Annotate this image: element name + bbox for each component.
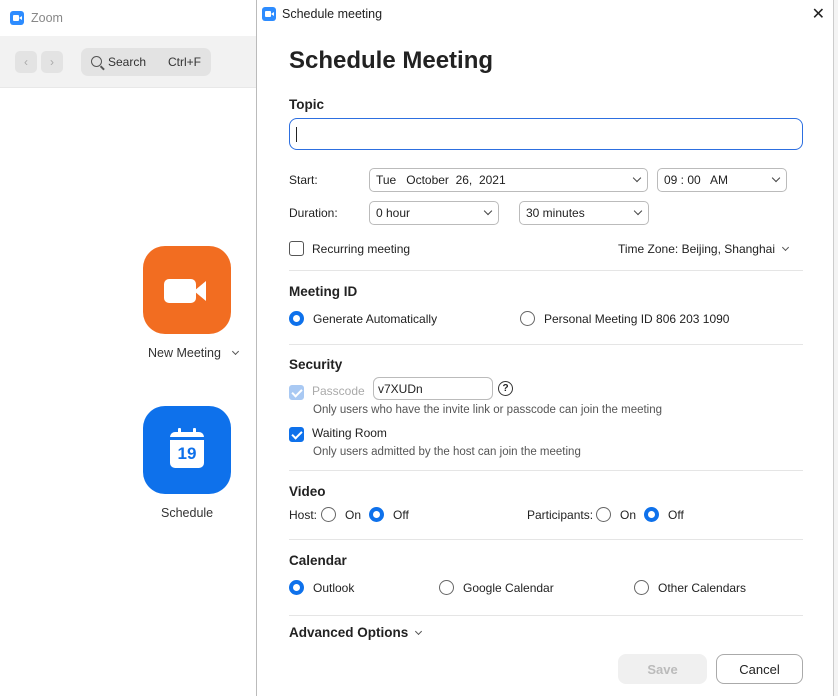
main-toolbar: ‹ › Search Ctrl+F	[0, 36, 259, 88]
search-icon	[91, 56, 102, 67]
host-video-off-label[interactable]: Off	[393, 508, 409, 522]
waiting-room-hint: Only users admitted by the host can join…	[313, 446, 581, 458]
waiting-room-checkbox[interactable]	[289, 427, 304, 442]
passcode-label: Passcode	[312, 384, 365, 398]
advanced-options-toggle[interactable]: Advanced Options	[289, 625, 423, 640]
google-calendar-label[interactable]: Google Calendar	[463, 581, 554, 595]
back-button[interactable]: ‹	[15, 50, 37, 73]
topic-input[interactable]	[289, 118, 803, 150]
host-video-on-radio[interactable]	[321, 507, 336, 522]
host-video-label: Host:	[289, 508, 318, 522]
cancel-button[interactable]: Cancel	[716, 654, 803, 684]
topic-heading: Topic	[289, 97, 324, 112]
schedule-label[interactable]: Schedule	[161, 506, 213, 520]
start-label: Start:	[289, 173, 318, 187]
divider	[289, 470, 803, 471]
schedule-meeting-dialog: Schedule meeting ✕ Schedule Meeting Topi…	[256, 0, 834, 696]
personal-meeting-id-radio[interactable]	[520, 311, 535, 326]
start-date-select[interactable]: Tue October 26, 2021	[369, 168, 648, 192]
participants-video-off-label[interactable]: Off	[668, 508, 684, 522]
passcode-hint: Only users who have the invite link or p…	[313, 404, 663, 416]
participants-video-label: Participants:	[527, 508, 594, 522]
host-video-off-radio[interactable]	[369, 507, 384, 522]
calendar-heading: Calendar	[289, 553, 347, 568]
search-box[interactable]: Search Ctrl+F	[81, 47, 211, 76]
divider	[289, 539, 803, 540]
passcode-input[interactable]: v7XUDn	[373, 377, 493, 400]
recurring-checkbox[interactable]	[289, 241, 304, 256]
save-button[interactable]: Save	[618, 654, 707, 684]
main-titlebar: Zoom	[0, 0, 259, 36]
zoom-main-window: Zoom ‹ › Search Ctrl+F New Meeting 19 Sc…	[0, 0, 260, 696]
recurring-label[interactable]: Recurring meeting	[312, 242, 410, 256]
chevron-down-icon	[771, 173, 781, 183]
participants-video-off-radio[interactable]	[644, 507, 659, 522]
generate-automatically-label[interactable]: Generate Automatically	[313, 312, 437, 326]
video-camera-icon	[164, 277, 210, 303]
participants-video-on-label[interactable]: On	[620, 508, 636, 522]
chevron-down-icon	[415, 627, 423, 636]
other-calendars-radio[interactable]	[634, 580, 649, 595]
waiting-room-label[interactable]: Waiting Room	[312, 426, 387, 440]
close-icon[interactable]: ✕	[812, 4, 825, 24]
outlook-label[interactable]: Outlook	[313, 581, 354, 595]
divider	[289, 344, 803, 345]
chevron-down-icon	[483, 206, 493, 216]
search-shortcut: Ctrl+F	[168, 54, 201, 69]
new-meeting-label[interactable]: New Meeting	[148, 346, 239, 360]
main-window-title: Zoom	[31, 11, 63, 25]
chevron-left-icon: ‹	[24, 54, 28, 69]
generate-automatically-radio[interactable]	[289, 311, 304, 326]
page-title: Schedule Meeting	[289, 47, 494, 74]
video-heading: Video	[289, 484, 326, 499]
chevron-down-icon	[633, 206, 643, 216]
help-icon[interactable]: ?	[498, 381, 513, 396]
security-heading: Security	[289, 357, 343, 372]
duration-label: Duration:	[289, 206, 338, 220]
chevron-down-icon[interactable]	[231, 347, 239, 356]
host-video-on-label[interactable]: On	[345, 508, 361, 522]
chevron-down-icon	[781, 243, 790, 252]
duration-minutes-select[interactable]: 30 minutes	[519, 201, 649, 225]
divider	[289, 615, 803, 616]
dialog-window-title: Schedule meeting	[282, 6, 383, 21]
schedule-button[interactable]: 19	[143, 406, 231, 494]
timezone-select[interactable]: Time Zone: Beijing, Shanghai	[618, 242, 790, 256]
forward-button[interactable]: ›	[41, 50, 63, 73]
meeting-id-heading: Meeting ID	[289, 284, 358, 299]
duration-hours-select[interactable]: 0 hour	[369, 201, 499, 225]
search-label: Search	[108, 54, 147, 69]
google-calendar-radio[interactable]	[439, 580, 454, 595]
calendar-icon: 19	[170, 428, 204, 468]
new-meeting-button[interactable]	[143, 246, 231, 334]
passcode-checkbox[interactable]	[289, 385, 304, 400]
dialog-titlebar: Schedule meeting	[257, 0, 833, 27]
other-calendars-label[interactable]: Other Calendars	[658, 581, 746, 595]
outlook-radio[interactable]	[289, 580, 304, 595]
start-time-select[interactable]: 09 : 00 AM	[657, 168, 787, 192]
zoom-logo-icon	[10, 11, 24, 25]
personal-meeting-id-label[interactable]: Personal Meeting ID 806 203 1090	[544, 312, 729, 326]
chevron-right-icon: ›	[50, 54, 54, 69]
chevron-down-icon	[632, 173, 642, 183]
participants-video-on-radio[interactable]	[596, 507, 611, 522]
zoom-logo-icon	[262, 6, 276, 21]
divider	[289, 270, 803, 271]
